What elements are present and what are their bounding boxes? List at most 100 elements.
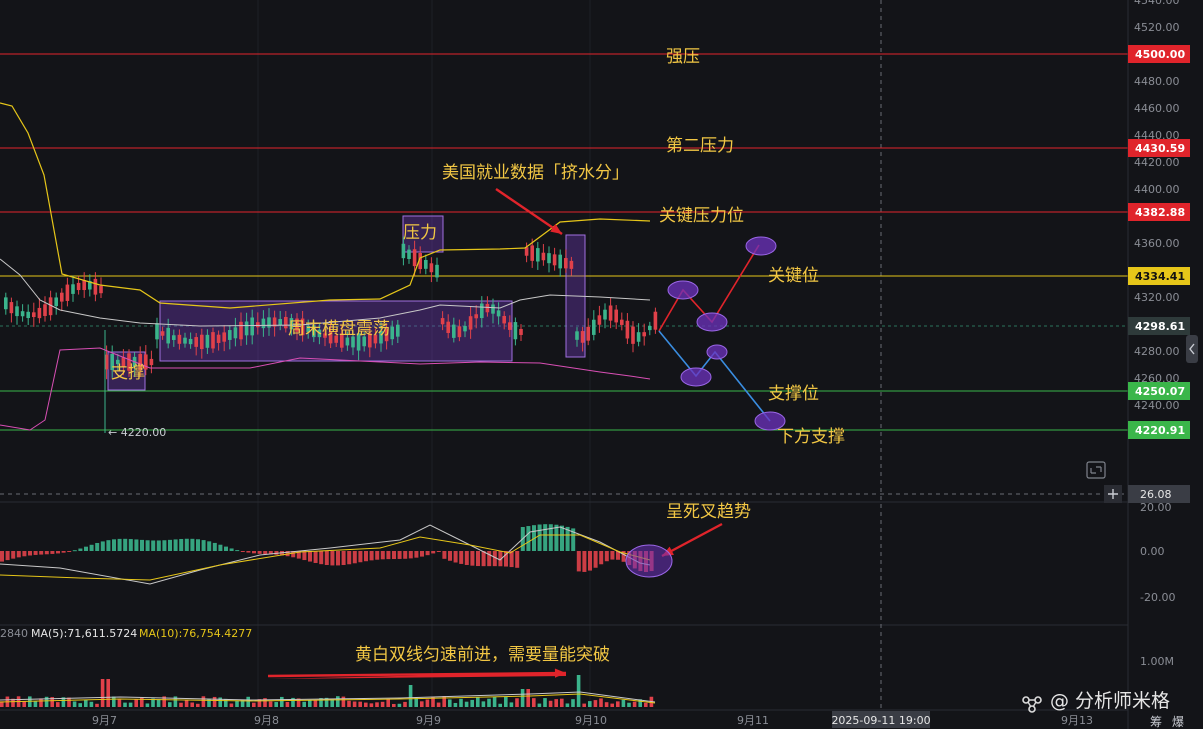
volume-bar [459, 698, 463, 707]
macd-bar [33, 551, 38, 555]
candle-body [390, 326, 394, 340]
candle-body [60, 292, 64, 302]
trading-chart[interactable]: 强压第二压力关键压力位关键位支撑位下方支撑 ← 4220.00 4540.00 4… [0, 0, 1203, 729]
macd-bar [50, 551, 55, 554]
volume-bar [392, 703, 396, 707]
macd-bar [358, 551, 363, 563]
volume-bar [576, 675, 581, 707]
candle-body [99, 285, 103, 294]
macd-bar [61, 551, 66, 553]
candle-body [228, 330, 232, 340]
candle-body [205, 334, 210, 348]
note-death-cross: 呈死叉趋势 [666, 502, 751, 522]
candle-body [502, 315, 506, 324]
candle-body [452, 324, 456, 338]
macd-bar [240, 551, 245, 552]
macd-bar [16, 551, 21, 558]
volume-bar [487, 698, 491, 707]
candle-body [149, 358, 154, 366]
candle-body [43, 304, 47, 316]
volume-bar [212, 696, 217, 707]
candle-body [26, 311, 30, 319]
macd-bar [414, 551, 419, 558]
price-tag-value: 4500.00 [1135, 48, 1185, 61]
volume-bar [375, 702, 379, 707]
arrow-jobs-data-head [550, 223, 562, 234]
macd-bar [5, 551, 10, 561]
volume-bar [112, 696, 116, 707]
candle-body [468, 316, 473, 330]
macd-bar [537, 524, 542, 551]
projection-node [680, 367, 712, 387]
volume-bar [464, 701, 469, 707]
macd-bar [89, 544, 94, 551]
volume-bar [627, 702, 631, 707]
macd-bar [526, 526, 531, 551]
candle-body [256, 322, 260, 328]
volume-bar [492, 696, 497, 707]
macd-bar [431, 551, 436, 554]
volume-bar [341, 696, 346, 707]
projection-node [667, 280, 699, 300]
level-label: 强压 [666, 47, 700, 67]
date-tick: 9月7 [92, 714, 117, 727]
expand-icon[interactable] [1086, 461, 1106, 479]
volume-bar [453, 702, 458, 707]
volume-bar [190, 702, 194, 707]
volume-bar [532, 698, 536, 707]
volume-bar [571, 699, 575, 707]
candle-body [166, 327, 170, 344]
corner-label-2: 爆 [1172, 715, 1184, 729]
macd-bar [212, 542, 217, 551]
macd-bar [593, 551, 598, 568]
note-support: 支撑 [111, 363, 145, 383]
candle-body [541, 252, 546, 261]
macd-bar [156, 540, 161, 551]
macd-bar [543, 524, 548, 551]
volume-bar [403, 701, 407, 707]
date-tick: 9月9 [416, 714, 441, 727]
macd-bar [117, 538, 122, 551]
projection-node [754, 411, 786, 431]
candle-body [552, 254, 557, 266]
crosshair-value-box: 26.08 [1128, 485, 1190, 503]
crosshair-time-label: 2025-09-11 19:00 [831, 714, 930, 727]
volume-bar [537, 703, 542, 707]
macd-bar [582, 551, 587, 572]
macd-tick: 0.00 [1140, 545, 1165, 558]
candle-body [32, 312, 36, 318]
macd-bar [403, 551, 408, 559]
date-tick: 9月13 [1061, 714, 1093, 727]
level-label: 支撑位 [768, 384, 819, 404]
candle-body [93, 278, 98, 295]
collapse-handle-icon[interactable] [1186, 335, 1198, 363]
price-tag-value: 4250.07 [1135, 385, 1185, 398]
candle-body [250, 317, 254, 336]
volume-bar [78, 703, 82, 707]
price-tag: 4500.00 [1128, 45, 1190, 63]
note-volume: 黄白双线匀速前进，需要量能突破 [355, 645, 610, 665]
projection-node [706, 344, 728, 360]
volume-bar [336, 696, 340, 707]
plus-icon[interactable] [1104, 485, 1122, 503]
volume-bar [106, 679, 110, 707]
candle-body [71, 284, 75, 294]
candle-body [216, 334, 221, 343]
candle-body [597, 315, 602, 325]
macd-bar [162, 540, 167, 551]
boll-upper-line [0, 102, 651, 309]
macd-bar [392, 551, 396, 560]
volume-bar [352, 701, 357, 707]
candle-body [513, 322, 518, 340]
price-tick: 4360.00 [1134, 237, 1180, 250]
macd-bar [246, 551, 251, 553]
volume-bar [168, 702, 172, 707]
volume-bar [420, 701, 424, 707]
volume-bar [33, 701, 38, 707]
macd-bar [448, 551, 452, 561]
macd-bar [436, 551, 441, 552]
volume-bar [274, 702, 278, 707]
macd-bar [336, 551, 340, 566]
price-tag: 4298.61 [1128, 317, 1190, 335]
candle-body [155, 323, 159, 340]
